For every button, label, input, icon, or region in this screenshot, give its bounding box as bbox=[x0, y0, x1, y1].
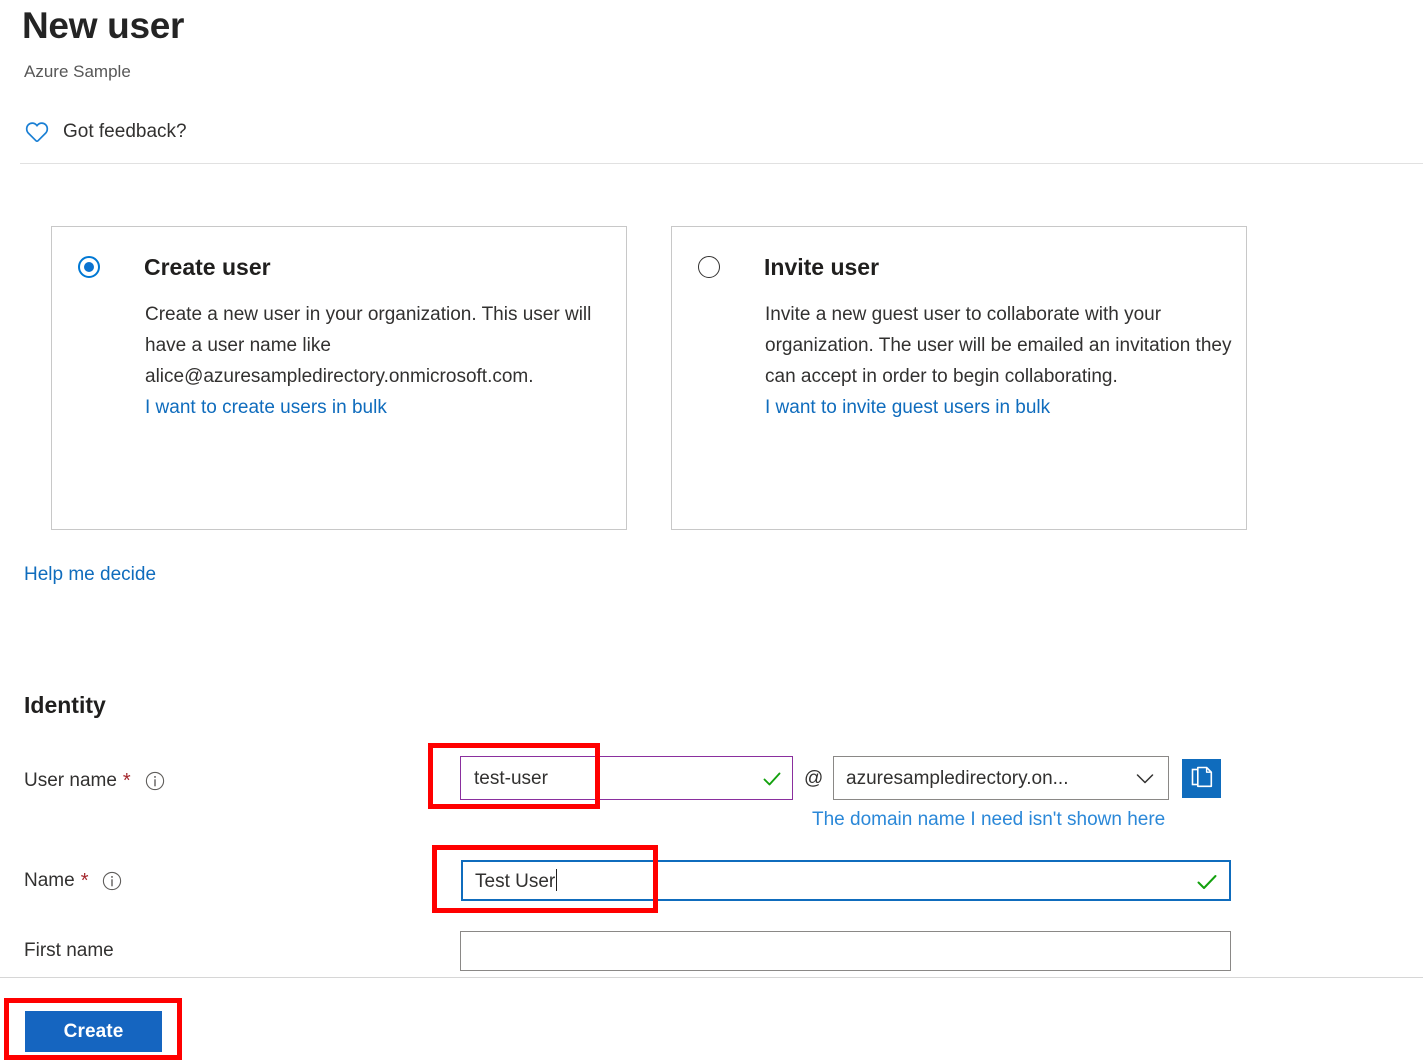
radio-dot-icon bbox=[84, 262, 94, 272]
page-subtitle: Azure Sample bbox=[24, 60, 131, 84]
create-user-description: Create a new user in your organization. … bbox=[145, 304, 591, 387]
footer-divider bbox=[0, 977, 1423, 978]
checkmark-icon bbox=[761, 768, 783, 790]
at-separator: @ bbox=[804, 766, 823, 792]
heart-icon bbox=[24, 119, 50, 145]
help-me-decide-link[interactable]: Help me decide bbox=[24, 562, 156, 588]
identity-section-title: Identity bbox=[24, 690, 106, 721]
copy-user-principal-name-button[interactable] bbox=[1182, 759, 1221, 798]
create-user-radio[interactable] bbox=[78, 256, 100, 278]
page-title: New user bbox=[22, 2, 184, 50]
domain-dropdown-value: azuresampledirectory.on... bbox=[846, 766, 1068, 792]
invite-user-option-card[interactable]: Invite user Invite a new guest user to c… bbox=[671, 226, 1247, 530]
create-button[interactable]: Create bbox=[25, 1011, 162, 1052]
name-input-value-wrap: Test User bbox=[475, 869, 557, 895]
user-name-input[interactable]: test-user bbox=[460, 756, 793, 800]
name-input-value: Test User bbox=[475, 871, 555, 892]
name-label: Name bbox=[24, 868, 75, 894]
invite-user-description: Invite a new guest user to collaborate w… bbox=[765, 304, 1231, 387]
name-required-marker: * bbox=[81, 868, 89, 894]
checkmark-icon bbox=[1195, 870, 1219, 894]
got-feedback-label: Got feedback? bbox=[63, 119, 187, 145]
invite-user-title: Invite user bbox=[764, 252, 879, 282]
invite-guest-users-in-bulk-link[interactable]: I want to invite guest users in bulk bbox=[765, 397, 1050, 418]
first-name-input[interactable] bbox=[460, 931, 1231, 971]
info-icon[interactable] bbox=[102, 871, 122, 891]
user-name-input-value: test-user bbox=[474, 766, 548, 792]
create-user-option-card[interactable]: Create user Create a new user in your or… bbox=[51, 226, 627, 530]
user-name-required-marker: * bbox=[123, 768, 131, 794]
got-feedback-button[interactable]: Got feedback? bbox=[24, 115, 187, 149]
first-name-label: First name bbox=[24, 938, 114, 964]
header-divider bbox=[20, 163, 1423, 164]
first-name-label-group: First name bbox=[24, 938, 114, 964]
user-name-label-group: User name * bbox=[24, 768, 165, 794]
copy-icon bbox=[1189, 764, 1215, 793]
name-input[interactable]: Test User bbox=[461, 860, 1231, 901]
user-name-label: User name bbox=[24, 768, 117, 794]
create-user-description-block: Create a new user in your organization. … bbox=[145, 299, 615, 423]
create-user-title: Create user bbox=[144, 252, 271, 282]
name-label-group: Name * bbox=[24, 868, 122, 894]
invite-user-description-block: Invite a new guest user to collaborate w… bbox=[765, 299, 1235, 423]
domain-dropdown[interactable]: azuresampledirectory.on... bbox=[833, 756, 1169, 800]
chevron-down-icon bbox=[1136, 772, 1154, 784]
info-icon[interactable] bbox=[145, 771, 165, 791]
domain-name-not-shown-link[interactable]: The domain name I need isn't shown here bbox=[812, 807, 1165, 833]
invite-user-radio[interactable] bbox=[698, 256, 720, 278]
text-caret bbox=[556, 869, 557, 891]
create-users-in-bulk-link[interactable]: I want to create users in bulk bbox=[145, 397, 387, 418]
